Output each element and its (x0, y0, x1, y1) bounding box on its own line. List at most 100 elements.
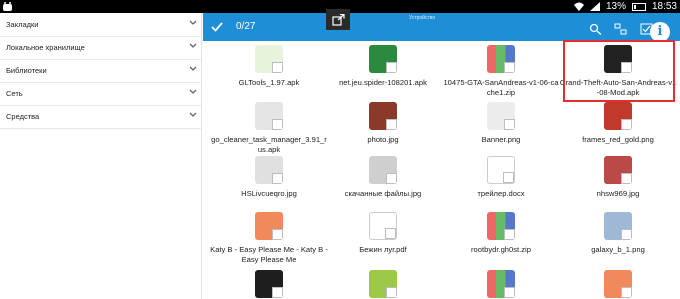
highlight-frame (563, 40, 675, 102)
file-item[interactable] (441, 270, 561, 299)
cleaner-gauge-icon (255, 102, 283, 130)
sidebar-item-tools[interactable]: Средства (0, 105, 202, 128)
checkbox[interactable] (272, 229, 283, 240)
checkbox[interactable] (386, 287, 397, 298)
file-item[interactable]: HSLivcueqro.jpg (209, 156, 329, 199)
file-name: Katy B - Easy Please Me - Katy B - Easy … (210, 245, 328, 264)
image-icon (255, 156, 283, 184)
file-name: galaxy_b_1.png (591, 245, 645, 254)
file-item[interactable]: Katy B - Easy Please Me - Katy B - Easy … (209, 212, 329, 265)
checkbox[interactable] (503, 172, 514, 183)
file-item[interactable]: galaxy_b_1.png (558, 212, 678, 255)
sidebar: Закладки Локальное хранилище Библиотеки … (0, 13, 202, 299)
view-mode-icon[interactable] (614, 23, 627, 35)
file-name: скачанные файлы.jpg (344, 189, 422, 198)
file-item[interactable]: rootbydr.gh0st.zip (441, 212, 561, 255)
checkbox[interactable] (621, 119, 632, 130)
search-icon[interactable] (589, 23, 602, 35)
archive-icon (487, 212, 515, 240)
apk-icon (255, 45, 283, 73)
checkmark-icon[interactable] (211, 22, 223, 32)
battery-icon (631, 2, 646, 11)
file-item[interactable]: GLTools_1.97.apk (209, 45, 329, 88)
checkbox[interactable] (272, 119, 283, 130)
file-name: Banner.png (481, 135, 521, 144)
file-item[interactable] (209, 270, 329, 299)
chevron-down-icon (189, 43, 197, 48)
apk-icon (369, 45, 397, 73)
checkbox[interactable] (386, 119, 397, 130)
clock: 18:53 (651, 1, 677, 12)
android-notification-icon (3, 2, 12, 11)
file-item[interactable]: nhsw969.jpg (558, 156, 678, 199)
file-name: net.jeu.spider-108201.apk (339, 78, 427, 87)
sidebar-item-label: Закладки (6, 20, 39, 29)
chevron-down-icon (189, 112, 197, 117)
pdf-icon (369, 212, 397, 240)
file-item[interactable] (558, 270, 678, 299)
checkbox[interactable] (385, 228, 396, 239)
file-name: rootbydr.gh0st.zip (471, 245, 531, 254)
file-name: Бежин луг.pdf (359, 245, 407, 254)
sidebar-item-local-storage[interactable]: Локальное хранилище (0, 36, 202, 59)
image-icon (604, 102, 632, 130)
file-item[interactable]: go_cleaner_task_manager_3.91_rus.apk (209, 102, 329, 155)
battery-percent: 13% (605, 1, 626, 12)
checkbox[interactable] (621, 229, 632, 240)
checkbox[interactable] (386, 62, 397, 73)
checkbox[interactable] (504, 119, 515, 130)
file-name: трейлер.docx (477, 189, 525, 198)
phone-image-icon (604, 212, 632, 240)
checkbox[interactable] (504, 229, 515, 240)
file-name: frames_red_gold.png (582, 135, 654, 144)
breadcrumb[interactable]: Устройство (409, 15, 435, 21)
sidebar-item-label: Сеть (6, 89, 23, 98)
file-name: go_cleaner_task_manager_3.91_rus.apk (211, 135, 327, 154)
selection-toolbar: 0/27 Устройство i (203, 13, 680, 42)
file-item[interactable] (323, 270, 443, 299)
checkbox[interactable] (272, 62, 283, 73)
sidebar-item-network[interactable]: Сеть (0, 82, 202, 105)
file-name: nhsw969.jpg (596, 189, 640, 198)
android-icon (369, 270, 397, 298)
image-icon (487, 102, 515, 130)
sidebar-item-bookmarks[interactable]: Закладки (0, 13, 202, 36)
file-name: GLTools_1.97.apk (238, 78, 300, 87)
file-item[interactable]: скачанные файлы.jpg (323, 156, 443, 199)
file-item[interactable]: 10475-GTA-SanAndreas-v1-06-cache1.zip (441, 45, 561, 98)
file-name: 10475-GTA-SanAndreas-v1-06-cache1.zip (443, 78, 559, 97)
file-item[interactable]: Бежин луг.pdf (323, 212, 443, 255)
checkbox[interactable] (621, 287, 632, 298)
sidebar-item-libraries[interactable]: Библиотеки (0, 59, 202, 82)
chevron-down-icon (189, 66, 197, 71)
image-icon (369, 156, 397, 184)
file-item[interactable]: frames_red_gold.png (558, 102, 678, 145)
file-item[interactable]: трейлер.docx (441, 156, 561, 199)
sidebar-item-label: Средства (6, 112, 40, 121)
open-external-button[interactable] (326, 9, 350, 30)
checkbox[interactable] (272, 287, 283, 298)
checkbox[interactable] (386, 173, 397, 184)
wifi-icon (573, 2, 584, 11)
checkbox[interactable] (621, 173, 632, 184)
archive-icon (487, 45, 515, 73)
word-document-icon (487, 156, 515, 184)
chevron-down-icon (189, 89, 197, 94)
file-item[interactable]: photo.jpg (323, 102, 443, 145)
checkbox[interactable] (504, 62, 515, 73)
open-external-icon (331, 13, 345, 26)
image-icon (369, 102, 397, 130)
info-button[interactable]: i (650, 22, 670, 42)
image-icon (604, 156, 632, 184)
checkbox[interactable] (504, 287, 515, 298)
sidebar-item-label: Локальное хранилище (6, 43, 85, 52)
file-item[interactable]: net.jeu.spider-108201.apk (323, 45, 443, 88)
file-name: photo.jpg (367, 135, 399, 144)
file-item[interactable]: Banner.png (441, 102, 561, 145)
checkbox[interactable] (272, 173, 283, 184)
archive-icon (487, 270, 515, 298)
sidebar-item-label: Библиотеки (6, 66, 47, 75)
chevron-down-icon (189, 20, 197, 25)
music-note-icon (255, 212, 283, 240)
signal-icon (589, 2, 600, 11)
